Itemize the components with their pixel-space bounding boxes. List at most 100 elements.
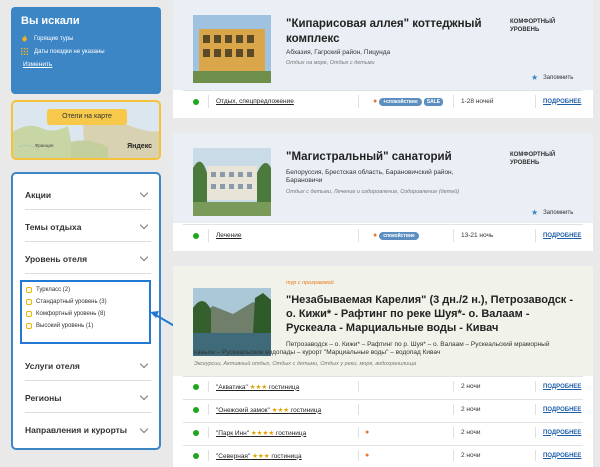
- search-criterion-dates: Даты поездки не указаны: [21, 48, 151, 55]
- details-link[interactable]: ПОДРОБНЕЕ: [543, 233, 581, 239]
- hotel-nights: 2 ночи: [461, 429, 481, 436]
- hotel-name: "Северная": [216, 452, 251, 460]
- hotel-photo[interactable]: [193, 15, 271, 83]
- hotel-card-kiparisovaya: "Кипарисовая аллея" коттеджный комплекс …: [173, 0, 593, 118]
- hotel-name-link[interactable]: "Парк Инн" ★★★★ гостиница: [216, 429, 306, 437]
- chevron-down-icon: [139, 252, 149, 262]
- hotels-on-map-button[interactable]: Отели на карте: [47, 109, 127, 125]
- checkbox[interactable]: [26, 287, 32, 293]
- checkbox[interactable]: [26, 311, 32, 317]
- hotel-nights: 2 ночи: [461, 406, 481, 413]
- offer-row: Отдых, спецпредложение ● +спокойствие SA…: [183, 90, 583, 112]
- tour-photo[interactable]: [193, 288, 271, 356]
- level-option-comfort[interactable]: Комфортный уровень (8): [26, 310, 149, 318]
- hotel-stars: ★★★: [249, 383, 268, 391]
- filter-vacation-themes[interactable]: Темы отдыха: [25, 212, 151, 242]
- details-link[interactable]: ПОДРОБНЕЕ: [543, 384, 581, 390]
- remember-button[interactable]: ★ Запомнить: [531, 73, 573, 82]
- divider: [535, 427, 536, 438]
- level-option-label: Туркласс (2): [36, 287, 71, 293]
- filter-label: Уровень отеля: [25, 253, 88, 264]
- hotel-stars: ★★★★: [250, 429, 275, 437]
- hotel-stars: ★★★: [252, 452, 270, 460]
- tour-title-line: "Незабываемая Карелия" (3 дн./2 н.), Пет…: [286, 294, 574, 306]
- search-summary-panel: Вы искали Горящие туры Даты поездки не у…: [11, 7, 161, 94]
- map-widget[interactable]: Отели на карте Франция Яндекс: [11, 100, 161, 160]
- divider: [453, 427, 454, 438]
- hotel-photo[interactable]: [193, 148, 271, 216]
- divider: [208, 427, 209, 438]
- hotel-name-link[interactable]: "Акватика" ★★★ гостиница: [216, 383, 299, 391]
- tour-program-label: тур с программой: [286, 280, 334, 286]
- hotel-tags: Отдых на море, Отдых с детьми: [286, 60, 375, 66]
- chevron-down-icon: [139, 424, 149, 433]
- map-city-label: Франция: [35, 143, 54, 148]
- checkbox[interactable]: [26, 323, 32, 329]
- level-option-label: Комфортный уровень (8): [36, 311, 106, 317]
- search-criterion-hot-tours: Горящие туры: [21, 35, 151, 42]
- offer-name-link[interactable]: Лечение: [216, 232, 242, 239]
- hotel-name: "Онежский замок": [216, 406, 270, 414]
- hotel-name-link[interactable]: "Онежский замок" ★★★ гостиница: [216, 406, 321, 414]
- level-option-tourist[interactable]: Туркласс (2): [26, 286, 149, 294]
- calendar-icon: [21, 48, 28, 55]
- tour-description: Петрозаводск – о. Кижи* – Рафтинг по р. …: [194, 341, 550, 357]
- chevron-down-icon: [139, 220, 149, 230]
- divider: [453, 381, 454, 392]
- yandex-logo: Яндекс: [127, 143, 152, 150]
- fire-icon: [22, 35, 27, 42]
- hotel-type: гостиница: [271, 452, 302, 460]
- availability-dot: [193, 98, 199, 105]
- filter-destinations[interactable]: Направления и курорты: [25, 415, 151, 445]
- filter-hotel-services[interactable]: Услуги отеля: [25, 351, 151, 381]
- hotel-nights: 2 ночи: [461, 452, 481, 459]
- chevron-down-icon: [139, 391, 149, 401]
- divider: [208, 381, 209, 392]
- filter-label: Акции: [25, 189, 52, 200]
- details-link[interactable]: ПОДРОБНЕЕ: [543, 430, 581, 436]
- hotel-title[interactable]: "Кипарисовая аллея" коттеджный комплекс: [286, 17, 482, 47]
- description-line: Петрозаводск – о. Кижи* – Рафтинг по р. …: [286, 341, 550, 348]
- tour-tags: Экскурсии, Активный отдых, Отдых с детьм…: [194, 361, 417, 367]
- remember-button[interactable]: ★ Запомнить: [531, 208, 573, 217]
- hotel-level-options: Туркласс (2) Стандартный уровень (3) Ком…: [20, 280, 151, 344]
- offer-name-link[interactable]: Отдых, спецпредложение: [216, 98, 294, 105]
- calm-badge: спокойствие: [379, 231, 419, 240]
- location-line: Барановичи: [286, 177, 323, 184]
- filter-promotions[interactable]: Акции: [25, 180, 151, 210]
- level-line: КОМФОРТНЫЙ: [510, 152, 556, 158]
- level-option-standard[interactable]: Стандартный уровень (3): [26, 298, 149, 306]
- hotel-location: Абхазия, Гагрский район, Пицунда: [286, 49, 391, 56]
- hotel-tags: Отдых с детьми, Лечение и оздоровление, …: [286, 189, 460, 195]
- divider: [535, 450, 536, 461]
- details-link[interactable]: ПОДРОБНЕЕ: [543, 407, 581, 413]
- search-summary-title: Вы искали: [21, 15, 80, 27]
- divider: [535, 381, 536, 392]
- divider: [535, 404, 536, 415]
- filter-label: Направления и курорты: [25, 425, 128, 435]
- level-option-high[interactable]: Высокий уровень (1): [26, 322, 149, 330]
- level-line: УРОВЕНЬ: [510, 160, 540, 166]
- filter-label: Темы отдыха: [25, 221, 82, 232]
- checkbox[interactable]: [26, 299, 32, 305]
- fire-icon: ●: [373, 232, 378, 239]
- availability-dot: [193, 232, 199, 239]
- change-search-link[interactable]: Изменить: [23, 61, 151, 68]
- divider: [453, 450, 454, 461]
- hotel-name: "Парк Инн": [216, 429, 250, 437]
- availability-dot: [193, 383, 199, 390]
- search-criterion-label: Горящие туры: [34, 35, 74, 42]
- filter-hotel-level[interactable]: Уровень отеля: [25, 244, 151, 274]
- details-link[interactable]: ПОДРОБНЕЕ: [543, 99, 581, 105]
- hotel-title[interactable]: "Магистральный" санаторий: [286, 150, 452, 165]
- divider: [453, 229, 454, 242]
- tour-title[interactable]: "Незабываемая Карелия" (3 дн./2 н.), Пет…: [286, 293, 573, 335]
- hotel-name-link[interactable]: "Северная" ★★★ гостиница: [216, 452, 302, 460]
- filter-label: Регионы: [25, 392, 62, 403]
- filter-regions[interactable]: Регионы: [25, 383, 151, 413]
- tour-card-karelia: тур с программой "Незабываемая Карелия" …: [173, 266, 593, 467]
- hotel-level-badge: КОМФОРТНЫЙ УРОВЕНЬ: [510, 18, 555, 34]
- details-link[interactable]: ПОДРОБНЕЕ: [543, 453, 581, 459]
- offer-nights: 1-28 ночей: [461, 98, 494, 105]
- level-line: УРОВЕНЬ: [510, 27, 540, 33]
